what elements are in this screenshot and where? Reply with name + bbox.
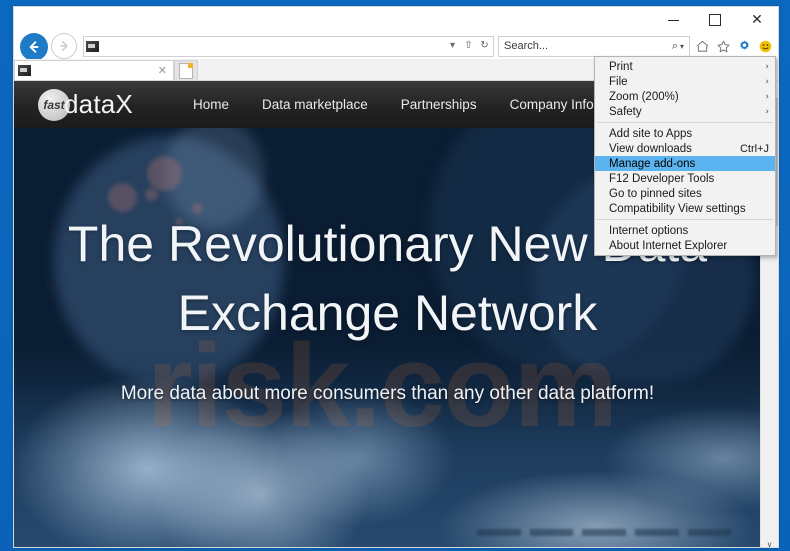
favorites-button[interactable] xyxy=(715,38,732,55)
tab-close-icon[interactable]: ✕ xyxy=(155,64,170,77)
tools-button[interactable] xyxy=(736,38,753,55)
forward-button[interactable] xyxy=(51,33,77,59)
menu-item-label: Zoom (200%) xyxy=(609,90,679,103)
new-tab-button[interactable] xyxy=(174,60,198,80)
menu-item-zoom[interactable]: Zoom (200%) › xyxy=(595,89,775,104)
tab-favicon-icon xyxy=(18,65,31,76)
gear-icon xyxy=(740,40,749,50)
menu-item-view-downloads[interactable]: View downloads Ctrl+J xyxy=(595,141,775,156)
home-button[interactable] xyxy=(694,38,711,55)
new-tab-icon xyxy=(179,62,193,79)
laptop-key xyxy=(634,528,679,536)
menu-item-safety[interactable]: Safety › xyxy=(595,104,775,119)
menu-separator xyxy=(597,219,773,220)
hero-subtitle: More data about more consumers than any … xyxy=(120,383,655,404)
maximize-icon xyxy=(709,14,721,26)
search-input[interactable]: Search... xyxy=(499,40,672,52)
menu-item-label: Go to pinned sites xyxy=(609,187,702,200)
address-bar[interactable]: ▾ ⇧ ↻ xyxy=(83,35,494,57)
screen: ✕ ▾ ⇧ ↻ Search... ⌕ ▾ ✕ fast dataX Home … xyxy=(0,0,790,551)
laptop-key xyxy=(529,528,574,536)
home-icon xyxy=(696,40,709,52)
menu-item-label: F12 Developer Tools xyxy=(609,172,715,185)
nav-item-home[interactable]: Home xyxy=(193,97,229,112)
menu-item-print[interactable]: Print › xyxy=(595,59,775,74)
menu-item-label: View downloads xyxy=(609,142,692,155)
menu-item-shortcut: Ctrl+J xyxy=(739,142,769,155)
title-bar: ✕ xyxy=(14,7,778,33)
site-logo[interactable]: fast dataX xyxy=(14,88,133,121)
menu-item-label: Add site to Apps xyxy=(609,127,693,140)
forward-arrow-icon xyxy=(60,41,68,51)
laptop-key xyxy=(582,528,626,536)
search-box[interactable]: Search... ⌕ ▾ xyxy=(498,35,690,57)
page-favicon-icon xyxy=(86,40,99,52)
menu-item-compatibility-view-settings[interactable]: Compatibility View settings xyxy=(595,201,775,216)
chevron-right-icon: › xyxy=(765,61,769,72)
refresh-icon[interactable]: ↻ xyxy=(478,37,491,55)
menu-item-about-internet-explorer[interactable]: About Internet Explorer xyxy=(595,238,775,253)
menu-item-go-to-pinned-sites[interactable]: Go to pinned sites xyxy=(595,186,775,201)
browser-tab[interactable]: ✕ xyxy=(14,60,174,80)
chevron-right-icon: › xyxy=(765,106,769,117)
menu-item-label: Compatibility View settings xyxy=(609,202,746,215)
close-button[interactable]: ✕ xyxy=(736,7,778,33)
menu-item-label: Safety xyxy=(609,105,642,118)
minimize-icon xyxy=(667,19,679,21)
laptop-keys xyxy=(477,521,732,543)
site-navigation: Home Data marketplace Partnerships Compa… xyxy=(193,97,642,112)
menu-item-label: Internet options xyxy=(609,224,689,237)
tools-dropdown-menu: Print › File › Zoom (200%) › Safety › Ad… xyxy=(594,56,776,256)
browser-window: ✕ ▾ ⇧ ↻ Search... ⌕ ▾ ✕ fast dataX Home … xyxy=(13,6,779,548)
smiley-icon xyxy=(759,40,772,52)
scroll-down-button[interactable]: ∨ xyxy=(761,536,778,547)
back-arrow-icon xyxy=(29,40,39,53)
menu-item-f12-developer-tools[interactable]: F12 Developer Tools xyxy=(595,171,775,186)
back-button[interactable] xyxy=(20,32,48,61)
star-icon xyxy=(717,40,730,52)
nav-item-company-info[interactable]: Company Info xyxy=(510,97,594,112)
close-icon: ✕ xyxy=(751,12,763,28)
menu-separator xyxy=(597,122,773,123)
nav-item-data-marketplace[interactable]: Data marketplace xyxy=(262,97,368,112)
share-icon[interactable]: ⇧ xyxy=(462,37,475,55)
laptop-key xyxy=(477,528,521,536)
search-provider-caret-icon[interactable]: ▾ xyxy=(680,42,689,51)
menu-item-label: About Internet Explorer xyxy=(609,239,728,252)
search-icon[interactable]: ⌕ xyxy=(672,39,680,53)
compatibility-caret-icon[interactable]: ▾ xyxy=(446,37,459,55)
address-bar-icons: ▾ ⇧ ↻ xyxy=(446,37,493,55)
menu-item-label: File xyxy=(609,75,628,88)
toolbar-icons xyxy=(690,38,778,55)
window-controls: ✕ xyxy=(652,7,778,33)
hero-title-line-2: Exchange Network xyxy=(177,285,598,341)
minimize-button[interactable] xyxy=(652,7,694,33)
chevron-right-icon: › xyxy=(765,91,769,102)
maximize-button[interactable] xyxy=(694,7,736,33)
menu-item-label: Print xyxy=(609,60,633,73)
logo-text: dataX xyxy=(64,89,133,119)
menu-item-add-site-to-apps[interactable]: Add site to Apps xyxy=(595,126,775,141)
menu-item-label: Manage add-ons xyxy=(609,157,696,170)
nav-item-partnerships[interactable]: Partnerships xyxy=(401,97,477,112)
menu-item-manage-add-ons[interactable]: Manage add-ons xyxy=(595,156,775,171)
chevron-right-icon: › xyxy=(765,76,769,87)
smiley-feedback-button[interactable] xyxy=(757,38,774,55)
menu-item-file[interactable]: File › xyxy=(595,74,775,89)
laptop-key xyxy=(687,528,732,536)
menu-item-internet-options[interactable]: Internet options xyxy=(595,223,775,238)
